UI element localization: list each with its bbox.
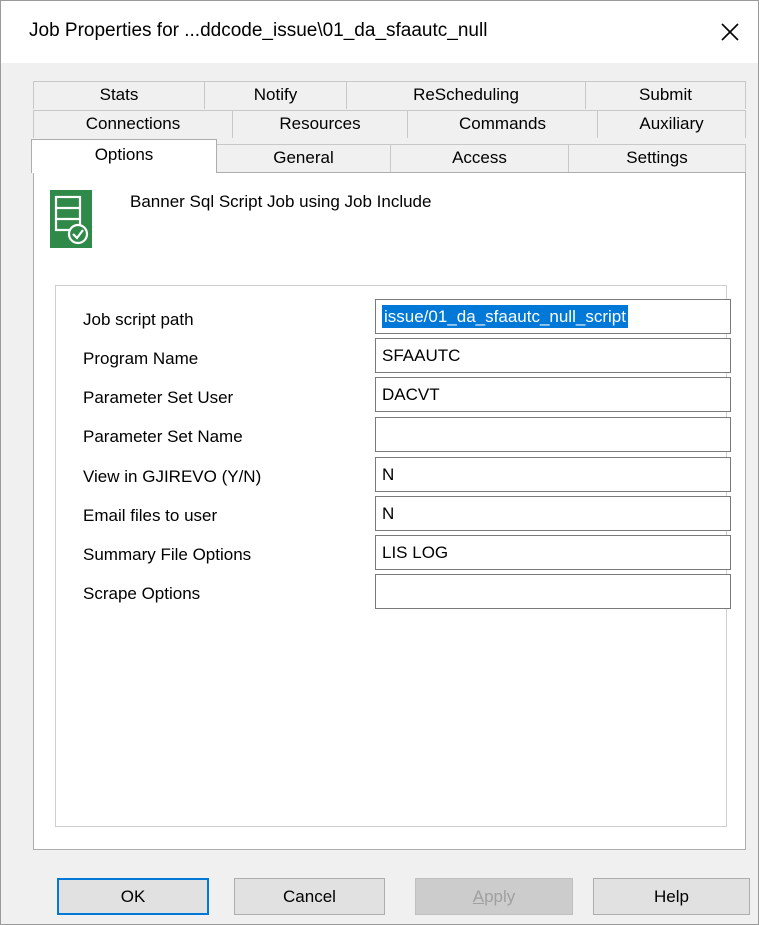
tab-resources[interactable]: Resources: [232, 110, 408, 138]
tab-settings[interactable]: Settings: [568, 144, 746, 172]
tab-notify[interactable]: Notify: [204, 81, 347, 109]
label-view-in-gjirevo: View in GJIREVO (Y/N): [83, 467, 262, 486]
email-files-to-user-field[interactable]: N: [375, 496, 731, 531]
parameter-set-user-field[interactable]: DACVT: [375, 377, 731, 412]
label-program-name: Program Name: [83, 349, 199, 368]
job-script-path-field[interactable]: issue/01_da_sfaautc_null_script: [375, 299, 731, 334]
label-parameter-set-user: Parameter Set User: [83, 388, 234, 407]
tab-commands[interactable]: Commands: [407, 110, 598, 138]
close-icon: [721, 23, 739, 41]
label-scrape-options: Scrape Options: [83, 584, 201, 603]
close-button[interactable]: [713, 15, 747, 49]
apply-label-rest: pply: [484, 887, 516, 906]
job-properties-dialog: Job Properties for ...ddcode_issue\01_da…: [0, 0, 759, 925]
tab-rescheduling[interactable]: ReScheduling: [346, 81, 586, 109]
job-options-group: Job script path issue/01_da_sfaautc_null…: [55, 285, 731, 827]
label-parameter-set-name: Parameter Set Name: [83, 427, 243, 446]
parameter-set-name-field[interactable]: [375, 417, 731, 452]
apply-button[interactable]: Apply: [415, 878, 573, 915]
tab-access[interactable]: Access: [390, 144, 569, 172]
options-panel: Banner Sql Script Job using Job Include …: [33, 172, 746, 850]
label-job-script-path: Job script path: [83, 310, 194, 329]
sql-script-job-icon: [50, 190, 92, 248]
label-email-files-to-user: Email files to user: [83, 506, 218, 525]
scrape-options-field[interactable]: [375, 574, 731, 609]
cancel-button[interactable]: Cancel: [234, 878, 385, 915]
tab-auxiliary[interactable]: Auxiliary: [597, 110, 746, 138]
tab-options[interactable]: Options: [31, 139, 217, 173]
label-summary-file-options: Summary File Options: [83, 545, 252, 564]
help-button[interactable]: Help: [593, 878, 750, 915]
selected-text: issue/01_da_sfaautc_null_script: [382, 305, 628, 328]
program-name-field[interactable]: SFAAUTC: [375, 338, 731, 373]
window-title: Job Properties for ...ddcode_issue\01_da…: [29, 20, 488, 41]
view-in-gjirevo-field[interactable]: N: [375, 457, 731, 492]
job-description: Banner Sql Script Job using Job Include: [130, 192, 432, 211]
ok-button[interactable]: OK: [57, 878, 209, 915]
tab-stats[interactable]: Stats: [33, 81, 205, 109]
tab-connections[interactable]: Connections: [33, 110, 233, 138]
apply-accelerator: A: [472, 887, 485, 906]
summary-file-options-field[interactable]: LIS LOG: [375, 535, 731, 570]
tab-submit[interactable]: Submit: [585, 81, 746, 109]
tab-general[interactable]: General: [216, 144, 391, 172]
title-bar: Job Properties for ...ddcode_issue\01_da…: [1, 1, 758, 63]
